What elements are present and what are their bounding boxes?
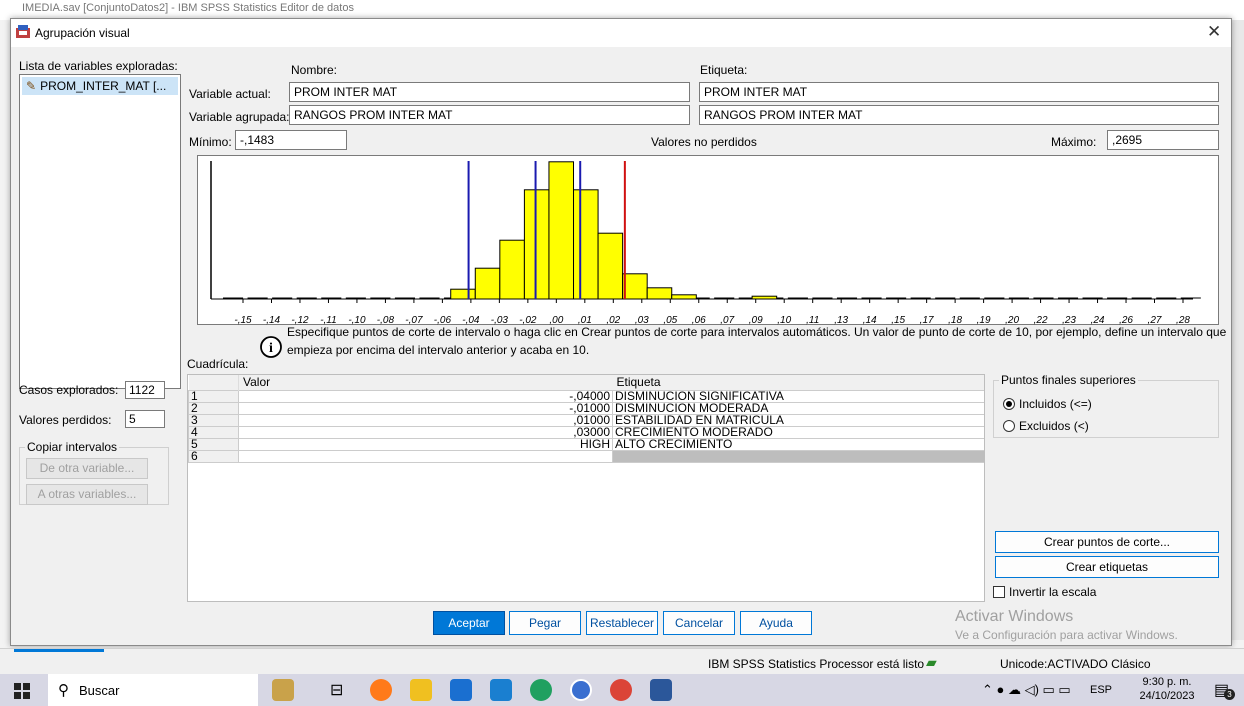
search-placeholder: Buscar <box>79 682 120 698</box>
cancelar-button[interactable]: Cancelar <box>663 611 735 635</box>
incluidos-radio[interactable]: Incluidos (<=) <box>1003 397 1092 411</box>
histogram-bar <box>622 273 648 300</box>
task-view-icon[interactable]: ⊟ <box>330 680 343 700</box>
word-icon[interactable] <box>650 679 672 701</box>
histogram-bar <box>597 232 624 300</box>
puntos-finales-label: Puntos finales superiores <box>999 373 1138 387</box>
checkbox-icon <box>993 586 1005 598</box>
taskbar-search[interactable]: ⚲ Buscar <box>48 674 258 706</box>
histogram-bar <box>646 287 673 300</box>
grid-header-row: Valor Etiqueta <box>188 375 984 390</box>
grid-cell-valor[interactable]: ,01000 <box>238 413 613 427</box>
grid-table: Valor Etiqueta 1 -,04000 DISMINUCION SIGNI… <box>188 375 984 463</box>
grid-cell-valor[interactable]: ,03000 <box>238 425 613 439</box>
spss-taskbar-icon[interactable] <box>570 679 592 701</box>
radio-selected-icon <box>1003 398 1015 410</box>
crear-etiquetas-button[interactable]: Crear etiquetas <box>995 556 1219 578</box>
histogram-bar <box>450 288 476 300</box>
file-explorer-icon[interactable] <box>410 679 432 701</box>
unicode-status: Unicode:ACTIVADO Clásico <box>1000 657 1151 671</box>
histogram-bar <box>499 239 525 300</box>
copiar-intervalos-label: Copiar intervalos <box>25 440 120 454</box>
aceptar-button[interactable]: Aceptar <box>433 611 505 635</box>
grid-cell-valor[interactable]: HIGH <box>238 437 613 451</box>
chrome-icon[interactable] <box>610 679 632 701</box>
processor-status: IBM SPSS Statistics Processor está listo <box>708 657 925 671</box>
invertir-escala-label: Invertir la escala <box>1009 585 1097 599</box>
agrupacion-visual-dialog: Agrupación visual ✕ Lista de variables e… <box>10 18 1232 646</box>
radio-unselected-icon <box>1003 420 1015 432</box>
info-text: Especifique puntos de corte de intervalo… <box>287 325 1227 357</box>
grid-cell-etiqueta[interactable]: ALTO CRECIMIENTO <box>612 437 984 451</box>
histogram-bar <box>751 295 778 300</box>
edge-icon[interactable] <box>530 679 552 701</box>
x-tick-label: -,15 <box>234 315 252 326</box>
castle-widget-icon[interactable] <box>272 679 294 701</box>
notification-count: 3 <box>1224 689 1235 700</box>
search-icon: ⚲ <box>58 682 69 699</box>
excluidos-radio[interactable]: Excluidos (<) <box>1003 419 1089 433</box>
histogram-bar <box>573 189 599 300</box>
grid-header-valor: Valor <box>243 375 271 390</box>
grid-cell-valor[interactable]: -,04000 <box>238 389 613 403</box>
histogram-bar <box>523 189 550 300</box>
clock-time[interactable]: 9:30 p. m. <box>1137 676 1197 688</box>
casos-explorados-label: Casos explorados: <box>19 383 119 397</box>
histogram-bar <box>548 161 575 300</box>
grid-cell-valor[interactable]: -,01000 <box>238 401 613 415</box>
restablecer-button[interactable]: Restablecer <box>586 611 658 635</box>
ayuda-button[interactable]: Ayuda <box>740 611 812 635</box>
valores-perdidos-field: 5 <box>125 410 165 428</box>
taskbar: ⚲ Buscar ⊟ ⌃ ● ☁ ◁) ▭ ▭ ESP 9:30 p. m. 2… <box>0 674 1244 706</box>
a-otras-variables-button[interactable]: A otras variables... <box>26 484 148 505</box>
crear-puntos-button[interactable]: Crear puntos de corte... <box>995 531 1219 553</box>
clock-date[interactable]: 24/10/2023 <box>1134 690 1200 702</box>
info-icon: i <box>260 336 282 358</box>
table-row[interactable]: 5 HIGH ALTO CRECIMIENTO <box>188 437 984 451</box>
watermark-line1: Activar Windows <box>955 608 1074 625</box>
store-icon[interactable] <box>450 679 472 701</box>
firefox-icon[interactable] <box>370 679 392 701</box>
table-row[interactable]: 6 <box>188 449 984 463</box>
excluidos-label: Excluidos (<) <box>1019 419 1089 433</box>
incluidos-label: Incluidos (<=) <box>1019 397 1092 411</box>
language-indicator[interactable]: ESP <box>1090 684 1112 696</box>
svg-text:i: i <box>269 341 273 356</box>
valores-perdidos-label: Valores perdidos: <box>19 413 112 427</box>
watermark-line2: Ve a Configuración para activar Windows. <box>955 628 1178 642</box>
grid-cell-valor[interactable] <box>238 449 613 463</box>
casos-explorados-field: 1122 <box>125 381 165 399</box>
grid-header-etiqueta: Etiqueta <box>616 375 661 390</box>
status-bar: IBM SPSS Statistics Processor está listo… <box>0 648 1244 674</box>
active-tab-indicator <box>14 649 104 652</box>
histogram-bar <box>671 294 697 300</box>
notification-icon[interactable]: ▤ 3 <box>1214 680 1235 700</box>
processor-ready-icon: ▰ <box>926 654 937 670</box>
histogram-chart[interactable] <box>11 19 1231 339</box>
cuadricula-grid[interactable]: Valor Etiqueta 1 -,04000 DISMINUCION SIGNI… <box>187 374 985 602</box>
row-number: 6 <box>188 449 239 463</box>
system-tray-icons[interactable]: ⌃ ● ☁ ◁) ▭ ▭ <box>982 682 1071 698</box>
windows-start-icon[interactable] <box>14 683 30 699</box>
mail-icon[interactable] <box>490 679 512 701</box>
histogram-bar <box>474 267 501 300</box>
grid-cell-etiqueta[interactable] <box>612 449 984 463</box>
background-window-title: IMEDIA.sav [ConjuntoDatos2] - IBM SPSS S… <box>0 0 1244 20</box>
invertir-escala-checkbox[interactable]: Invertir la escala <box>993 585 1096 599</box>
pegar-button[interactable]: Pegar <box>509 611 581 635</box>
x-tick-label: -,14 <box>262 315 281 326</box>
cuadricula-label: Cuadrícula: <box>187 357 249 371</box>
de-otra-variable-button[interactable]: De otra variable... <box>26 458 148 479</box>
